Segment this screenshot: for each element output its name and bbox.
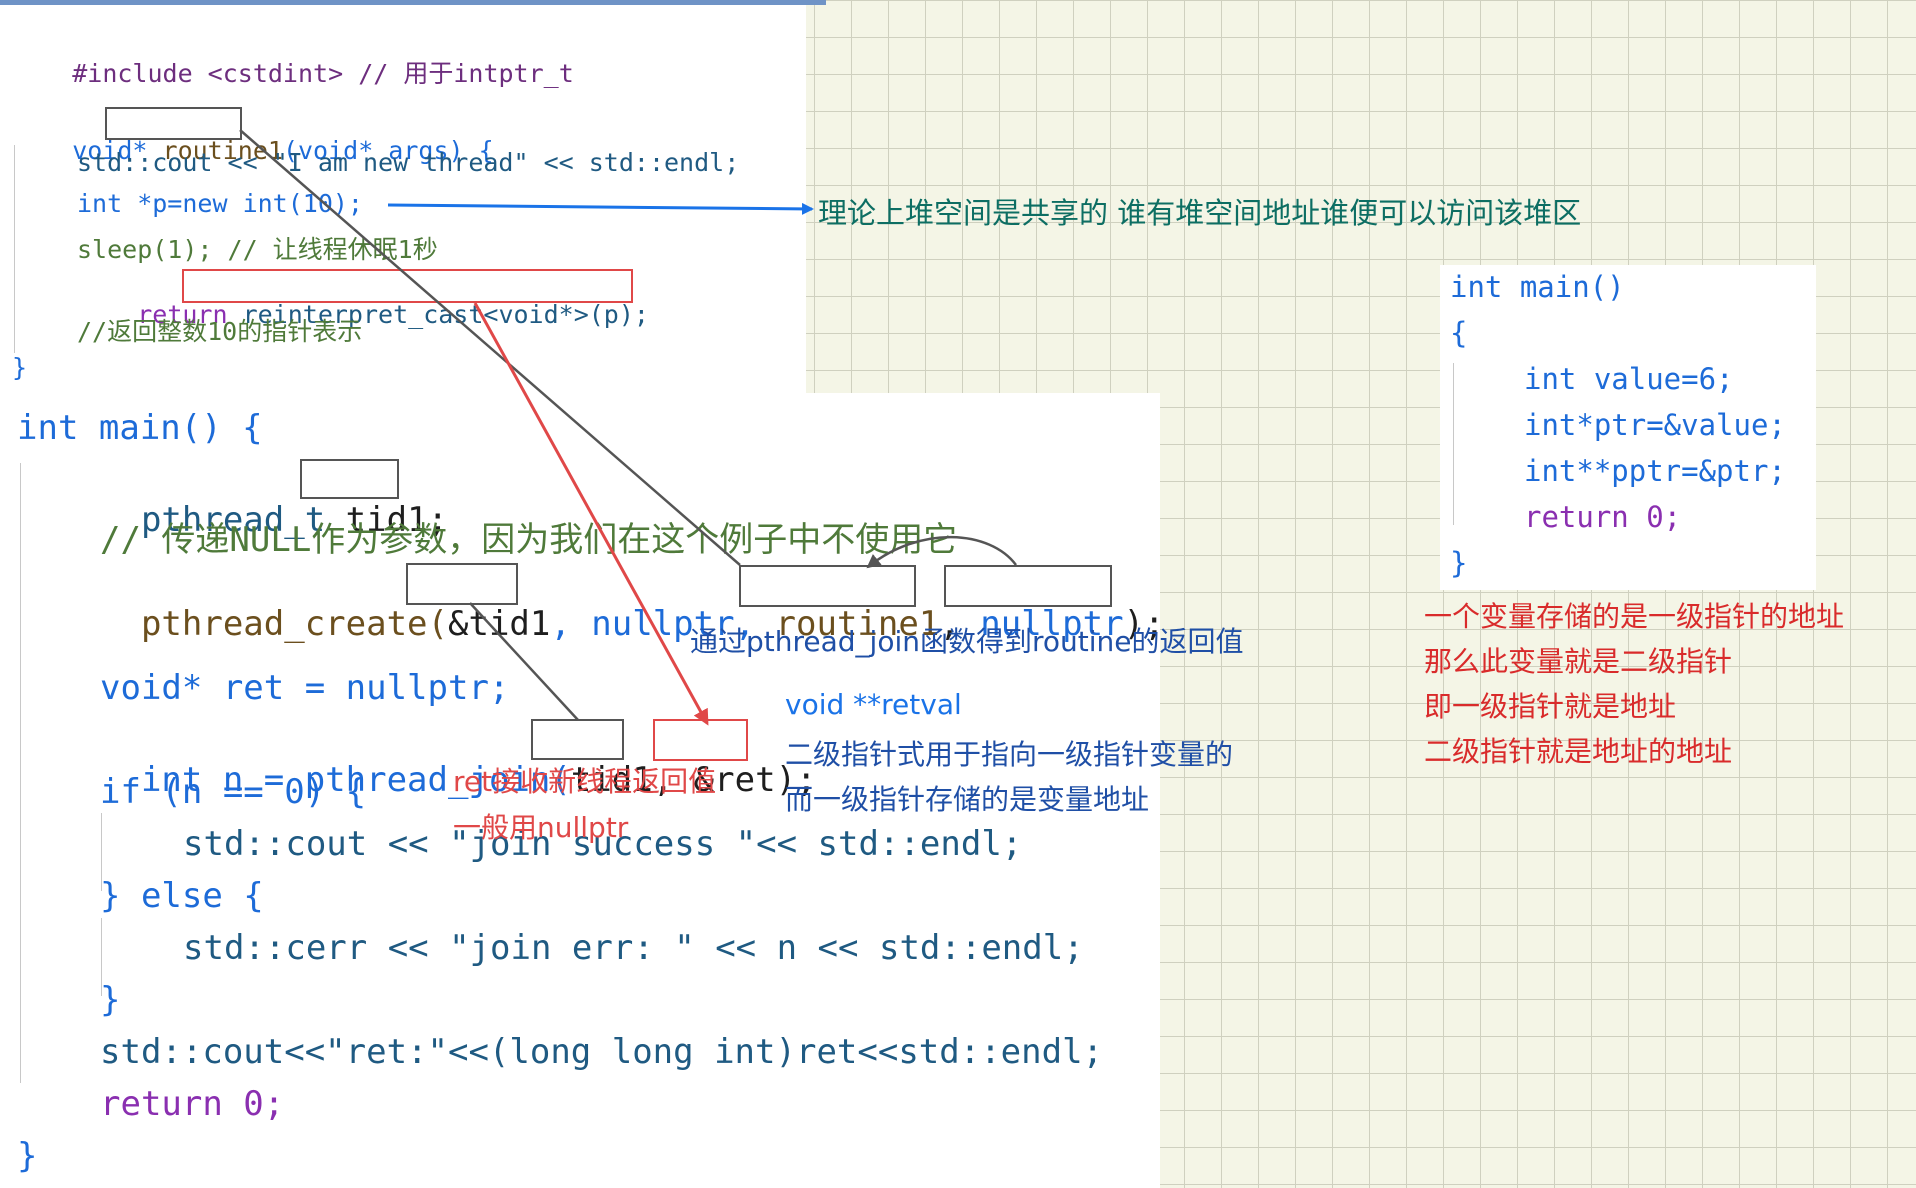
annotation-arrows xyxy=(239,129,1018,726)
routine1-link-line xyxy=(239,129,741,566)
ret-link-arrow xyxy=(473,302,709,726)
tid-link-line xyxy=(469,602,579,721)
nullptr-to-routine-arrow xyxy=(866,535,1018,569)
heap-arrow xyxy=(387,202,814,215)
